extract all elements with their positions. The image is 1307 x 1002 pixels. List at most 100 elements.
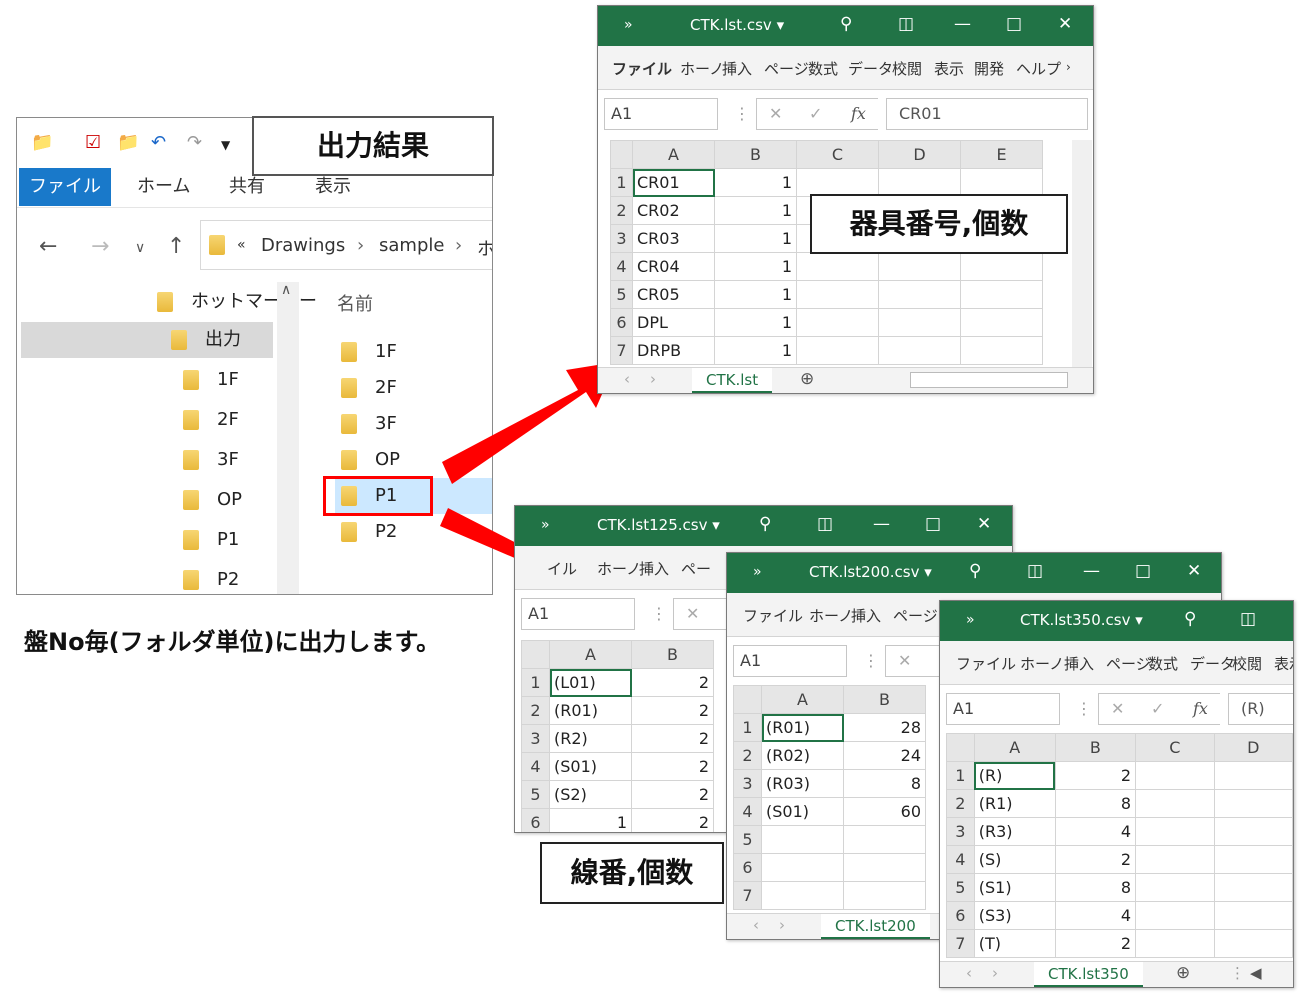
cell[interactable] — [1135, 817, 1215, 846]
cell[interactable] — [878, 168, 961, 197]
column-header[interactable]: C — [1135, 733, 1215, 762]
sheet-tab[interactable]: CTK.lst350 — [1034, 962, 1143, 987]
tab-view[interactable]: 表示 — [1274, 653, 1293, 674]
cell[interactable] — [1135, 873, 1215, 902]
tab-review[interactable]: 校閲 — [892, 58, 922, 79]
cell[interactable] — [878, 336, 961, 365]
cell[interactable]: CR03 — [632, 224, 715, 253]
ribbon-display-icon[interactable]: ◫ — [817, 514, 833, 534]
row-header[interactable]: 2 — [733, 741, 762, 770]
cell[interactable] — [960, 308, 1043, 337]
cell[interactable]: (S1) — [973, 873, 1056, 902]
up-arrow-icon[interactable]: ↑ — [167, 234, 185, 259]
tree-item-1f[interactable]: 1F — [183, 362, 239, 398]
search-icon[interactable]: ⚲ — [969, 561, 981, 581]
cell[interactable] — [1135, 929, 1215, 958]
cell[interactable]: (S01) — [761, 797, 844, 826]
cell[interactable]: (R03) — [761, 769, 844, 798]
cell[interactable] — [878, 308, 961, 337]
row-header[interactable]: 7 — [733, 881, 762, 910]
chevron-down-icon[interactable]: ▼ — [221, 138, 230, 152]
cell[interactable]: 8 — [1054, 873, 1137, 902]
tab-file[interactable]: ファイル — [19, 168, 111, 206]
cell[interactable]: (S01) — [549, 752, 632, 781]
breadcrumb-overflow[interactable]: « — [237, 237, 246, 253]
cell[interactable]: (R) — [973, 761, 1056, 790]
cell[interactable]: CR01 — [632, 168, 715, 197]
insert-function-icon[interactable]: fx — [1193, 694, 1208, 724]
cell[interactable] — [1213, 901, 1293, 930]
cell[interactable] — [1135, 761, 1215, 790]
row-header[interactable]: 4 — [733, 797, 762, 826]
cell[interactable]: 1 — [714, 280, 797, 309]
cell[interactable]: DRPB — [632, 336, 715, 365]
next-sheet-icon[interactable]: › — [650, 370, 656, 388]
search-icon[interactable]: ⚲ — [1184, 609, 1196, 629]
prev-sheet-icon[interactable]: ‹ — [753, 916, 759, 934]
row-header[interactable]: 7 — [946, 929, 975, 958]
ribbon-display-icon[interactable]: ◫ — [898, 14, 914, 34]
tab-formulas[interactable]: 数式 — [1148, 653, 1178, 674]
cell[interactable]: (R2) — [549, 724, 632, 753]
tab-data[interactable]: データ — [1190, 653, 1235, 674]
column-header[interactable]: B — [714, 140, 797, 169]
tree-item-2f[interactable]: 2F — [183, 402, 239, 438]
row-header[interactable]: 4 — [610, 252, 633, 281]
breadcrumb-drawings[interactable]: Drawings — [261, 235, 345, 256]
close-icon[interactable]: ✕ — [977, 514, 991, 534]
column-header[interactable]: B — [631, 640, 714, 669]
cell[interactable]: 1 — [714, 252, 797, 281]
checkbox-icon[interactable]: ☑ — [85, 132, 101, 153]
cell[interactable] — [796, 252, 879, 281]
row-header[interactable]: 5 — [610, 280, 633, 309]
cell[interactable]: (R01) — [549, 696, 632, 725]
tab-page[interactable]: ページ — [893, 605, 938, 626]
cell[interactable]: 2 — [631, 724, 714, 753]
cell[interactable]: CR04 — [632, 252, 715, 281]
tab-file[interactable]: ファイル — [612, 58, 672, 79]
tab-insert[interactable]: 挿入 — [639, 558, 669, 579]
column-header[interactable]: D — [1213, 733, 1293, 762]
column-header-name[interactable]: 名前 — [337, 290, 373, 316]
row-header[interactable]: 2 — [946, 789, 975, 818]
cell[interactable] — [1213, 929, 1293, 958]
close-icon[interactable]: ✕ — [1058, 14, 1072, 34]
cell[interactable]: 24 — [843, 741, 926, 770]
tab-view[interactable]: 表示 — [934, 58, 964, 79]
window-title[interactable]: CTK.lst.csv ▾ — [690, 16, 784, 34]
cell[interactable]: DPL — [632, 308, 715, 337]
prev-sheet-icon[interactable]: ‹ — [966, 964, 972, 982]
scroll-left-icon[interactable]: ◀ — [1250, 964, 1262, 982]
column-header[interactable]: B — [843, 685, 926, 714]
name-box[interactable]: A1 — [946, 693, 1060, 725]
close-icon[interactable]: ✕ — [1187, 561, 1201, 581]
name-box[interactable]: A1 — [521, 598, 635, 630]
back-arrow-icon[interactable]: ← — [39, 234, 57, 259]
row-header[interactable]: 7 — [610, 336, 633, 365]
row-header[interactable]: 1 — [610, 168, 633, 197]
breadcrumb-next[interactable]: ホ — [477, 235, 492, 261]
cell[interactable] — [878, 252, 961, 281]
cancel-icon[interactable]: ✕ — [769, 99, 782, 129]
sheet-tab[interactable]: CTK.lst200 — [821, 914, 930, 939]
cell[interactable]: (S2) — [549, 780, 632, 809]
cell[interactable]: (L01) — [549, 668, 632, 697]
cell[interactable]: 2 — [631, 780, 714, 809]
column-header[interactable]: A — [761, 685, 844, 714]
tab-home[interactable]: ホーム — [121, 168, 206, 206]
cell[interactable] — [1213, 817, 1293, 846]
cell[interactable]: 28 — [843, 713, 926, 742]
column-header[interactable]: A — [973, 733, 1056, 762]
row-header[interactable]: 3 — [733, 769, 762, 798]
cell[interactable] — [796, 280, 879, 309]
cell[interactable] — [878, 280, 961, 309]
row-header[interactable]: 3 — [521, 724, 550, 753]
expand-icon[interactable]: » — [966, 612, 975, 628]
cell[interactable] — [1135, 789, 1215, 818]
column-header[interactable]: D — [878, 140, 961, 169]
list-item[interactable]: OP — [341, 442, 400, 478]
cell[interactable] — [960, 336, 1043, 365]
expand-icon[interactable]: » — [541, 517, 550, 533]
chevron-right-icon[interactable]: › — [1066, 60, 1071, 74]
tab-data[interactable]: データ — [848, 58, 893, 79]
